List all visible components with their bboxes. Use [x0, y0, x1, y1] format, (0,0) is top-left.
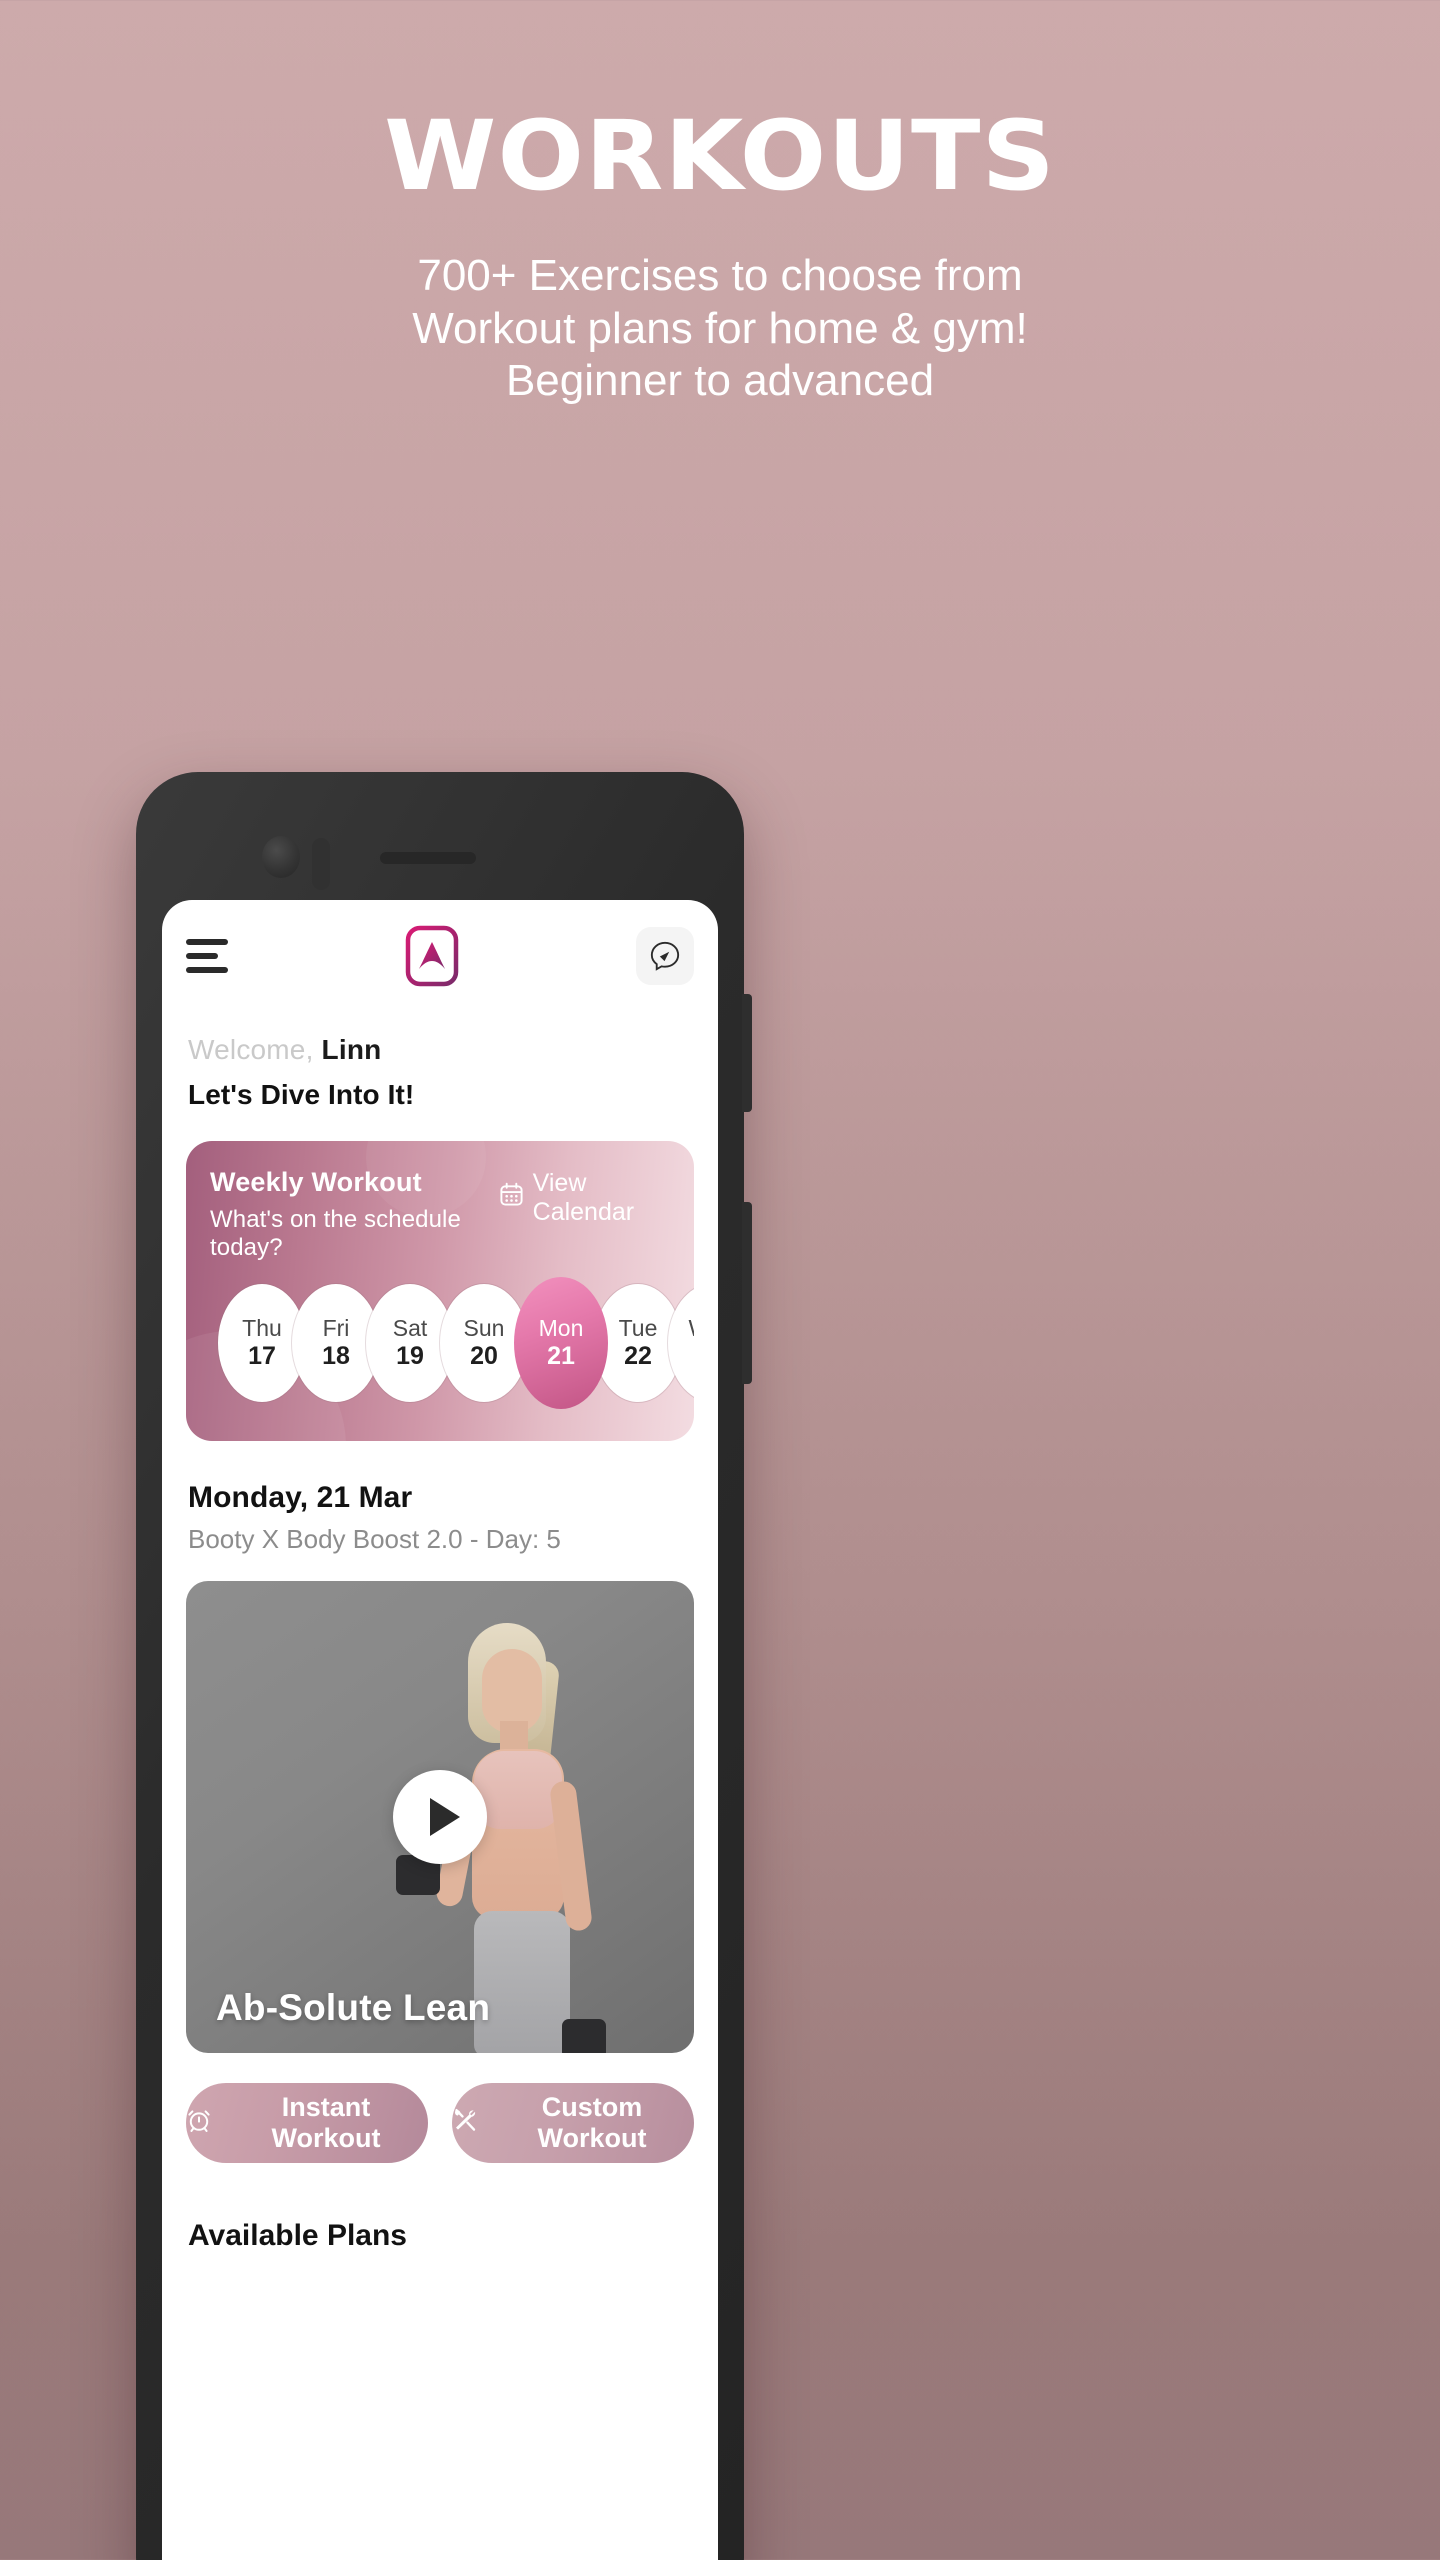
custom-workout-label: Custom Workout [537, 2092, 647, 2153]
promo-subtitle-line-3: Beginner to advanced [505, 356, 935, 406]
proximity-sensor-icon [312, 838, 330, 890]
day-number: 18 [322, 1341, 350, 1370]
greeting-block: Welcome, Linn Let's Dive Into It! [162, 1012, 718, 1111]
instant-workout-label: Instant Workout [271, 2092, 381, 2153]
model-sports-bra [474, 1751, 562, 1829]
day-number: 21 [547, 1341, 575, 1370]
promo-subtitle: 700+ Exercises to choose from Workout pl… [0, 250, 1440, 408]
hamburger-line [186, 967, 228, 973]
page-title: WORKOUTS [384, 100, 1056, 212]
promo-subtitle-line-1: 700+ Exercises to choose from [417, 251, 1023, 300]
hamburger-menu-icon[interactable] [186, 939, 228, 973]
day-name: Wed [689, 1315, 694, 1341]
view-calendar-label: View Calendar [532, 1169, 635, 1226]
today-summary: Monday, 21 Mar Booty X Body Boost 2.0 - … [162, 1441, 718, 1555]
weekly-workout-subtitle: What's on the schedule today? [210, 1206, 461, 1261]
user-name: Linn [321, 1034, 382, 1065]
welcome-prefix: Welcome, [188, 1034, 322, 1065]
app-bar [162, 900, 718, 1012]
day-name: Sat [392, 1315, 428, 1342]
app-logo-a-icon [405, 925, 459, 987]
weekly-card-text: Weekly Workout What's on the schedule to… [210, 1167, 499, 1262]
promo-header: WORKOUTS 700+ Exercises to choose from W… [0, 0, 1440, 408]
welcome-line: Welcome, Linn [188, 1034, 692, 1066]
day-name: Mon [538, 1315, 584, 1342]
view-calendar-button[interactable]: View Calendar [499, 1167, 670, 1227]
hamburger-line [186, 939, 228, 945]
earpiece-speaker [380, 852, 476, 864]
day-number: 22 [624, 1341, 652, 1370]
workout-video-card[interactable]: Ab-Solute Lean [186, 1581, 694, 2053]
weekly-workout-card[interactable]: Weekly Workout What's on the schedule to… [186, 1141, 694, 1441]
available-plans-heading: Available Plans [188, 2219, 407, 2252]
weekly-card-header: Weekly Workout What's on the schedule to… [210, 1167, 670, 1262]
tools-icon [452, 2107, 478, 2140]
day-number: 20 [470, 1341, 498, 1370]
custom-workout-button[interactable]: Custom Workout [452, 2083, 694, 2163]
workout-action-row: Instant Workout Custom Workout [162, 2053, 718, 2163]
phone-volume-button[interactable] [742, 994, 752, 1112]
front-camera-icon [262, 836, 300, 878]
day-chip-wed[interactable]: Wed 23 [668, 1284, 694, 1402]
week-day-strip: Thu 17 Fri 18 Sat 19 Sun 20 Mon 21 Tue 2… [218, 1277, 694, 1409]
model-leggings [474, 1911, 570, 2053]
chat-bubble-compass-icon[interactable] [636, 927, 694, 985]
today-date: Monday, 21 Mar [188, 1481, 413, 1514]
play-triangle [429, 1798, 460, 1836]
phone-mockup: Welcome, Linn Let's Dive Into It! Weekly… [136, 772, 752, 2560]
workout-video-title: Ab-Solute Lean [216, 1987, 491, 2028]
day-name: Sun [463, 1315, 505, 1342]
day-name: Thu [242, 1315, 282, 1342]
phone-power-button[interactable] [742, 1202, 752, 1384]
greeting-headline: Let's Dive Into It! [188, 1079, 415, 1110]
promo-subtitle-line-2: Workout plans for home & gym! [412, 303, 1028, 353]
day-chip-mon-selected[interactable]: Mon 21 [514, 1277, 608, 1409]
phone-screen: Welcome, Linn Let's Dive Into It! Weekly… [162, 900, 718, 2560]
weekly-workout-title: Weekly Workout [210, 1167, 422, 1197]
day-name: Tue [618, 1315, 658, 1342]
today-plan: Booty X Body Boost 2.0 - Day: 5 [188, 1524, 561, 1554]
alarm-clock-icon [186, 2107, 212, 2140]
day-name: Fri [322, 1315, 350, 1342]
calendar-icon [499, 1182, 524, 1214]
day-number: 17 [248, 1341, 276, 1370]
day-number: 19 [396, 1341, 424, 1370]
dumbbell-icon [562, 2019, 606, 2053]
instant-workout-button[interactable]: Instant Workout [186, 2083, 428, 2163]
play-icon[interactable] [393, 1770, 487, 1864]
hamburger-line [186, 953, 218, 959]
